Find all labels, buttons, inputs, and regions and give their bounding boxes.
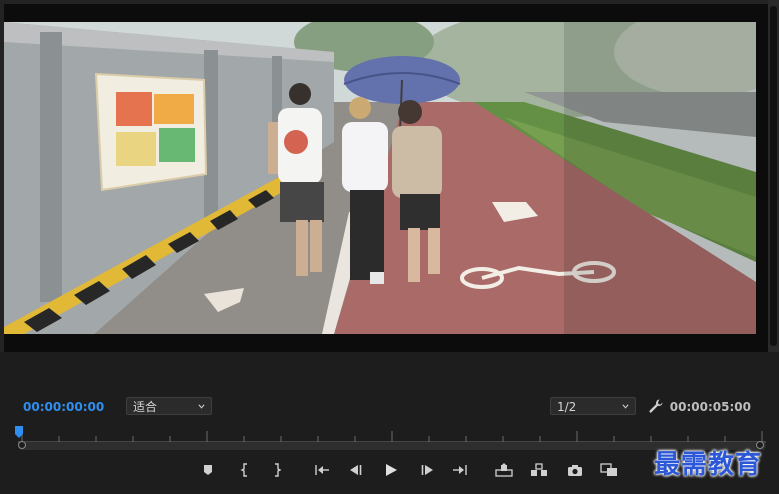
resolution-select-value: 1/2 <box>557 400 577 414</box>
video-frame <box>4 4 768 352</box>
extract-icon <box>531 463 547 476</box>
wrench-icon[interactable] <box>648 398 664 414</box>
video-preview[interactable] <box>4 22 756 334</box>
mark-in-button[interactable] <box>235 461 255 479</box>
camera-icon <box>568 464 582 476</box>
compare-view-button[interactable] <box>599 461 619 479</box>
chevron-down-icon <box>198 404 205 409</box>
mark-in-icon <box>240 463 247 477</box>
program-monitor-viewer <box>0 0 779 352</box>
step-forward-button[interactable] <box>417 461 437 479</box>
zoom-scrollbar-start-handle[interactable] <box>18 441 26 449</box>
mark-out-icon <box>275 463 282 477</box>
go-to-out-icon <box>453 465 467 475</box>
duration-timecode: 00:00:05:00 <box>669 400 751 414</box>
go-to-in-icon <box>315 465 329 475</box>
play-button[interactable] <box>381 461 401 479</box>
step-back-button[interactable] <box>346 461 366 479</box>
go-to-in-button[interactable] <box>312 461 332 479</box>
chevron-down-icon <box>622 404 629 409</box>
resolution-select[interactable]: 1/2 <box>550 397 636 415</box>
fit-select[interactable]: 适合 <box>126 397 212 415</box>
compare-icon <box>600 463 617 476</box>
step-back-icon <box>350 465 362 475</box>
play-icon <box>386 464 397 476</box>
mark-out-button[interactable] <box>267 461 287 479</box>
watermark-text: 最需教育 <box>654 450 763 480</box>
go-to-out-button[interactable] <box>450 461 470 479</box>
add-marker-button[interactable] <box>198 461 218 479</box>
lift-icon <box>495 463 513 477</box>
playhead[interactable] <box>15 426 23 438</box>
current-timecode[interactable]: 00:00:00:00 <box>23 400 104 414</box>
fit-select-value: 适合 <box>133 400 158 414</box>
extract-button[interactable] <box>529 461 549 479</box>
lift-button[interactable] <box>494 461 514 479</box>
marker-icon <box>204 465 212 475</box>
viewer-scrollbar[interactable] <box>768 0 779 352</box>
step-forward-icon <box>421 465 433 475</box>
time-ruler[interactable] <box>18 427 766 443</box>
viewer-scrollbar-thumb[interactable] <box>770 6 777 346</box>
export-frame-button[interactable] <box>565 461 585 479</box>
